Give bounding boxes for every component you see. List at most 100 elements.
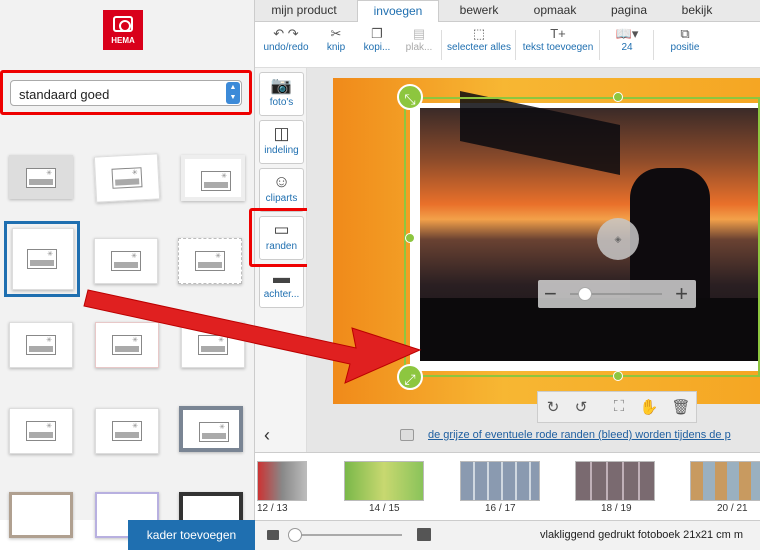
zoom-slider-handle[interactable] xyxy=(578,287,592,301)
paste-button[interactable]: ▤ plak... xyxy=(401,26,437,53)
crop-icon[interactable]: ⛶ xyxy=(608,398,630,418)
tab-opmaak[interactable]: opmaak xyxy=(521,0,589,22)
bleed-hint-link[interactable]: de grijze of eventuele rode randen (blee… xyxy=(428,429,731,441)
rotate-right-icon[interactable]: ↻ xyxy=(542,398,564,418)
zoom-in-icon[interactable]: + xyxy=(675,280,688,308)
copy-icon: ❐ xyxy=(371,26,383,41)
select-all-button[interactable]: ⬚ selecteer alles xyxy=(445,26,513,53)
side-tab-cliparts[interactable]: ☺ cliparts xyxy=(259,168,304,212)
position-button[interactable]: ⧉ positie xyxy=(659,26,711,53)
undo-redo-label: undo/redo xyxy=(263,42,309,53)
scissors-icon: ✂ xyxy=(330,26,342,41)
select-arrows-icon[interactable]: ▲ ▼ xyxy=(226,82,240,104)
rotate-left-icon[interactable]: ↺ xyxy=(570,398,592,418)
text-icon: T+ xyxy=(550,26,566,41)
side-tab-label: cliparts xyxy=(265,193,298,204)
frame-option[interactable] xyxy=(181,322,245,368)
resize-handle-bottom[interactable] xyxy=(613,371,623,381)
frame-option[interactable] xyxy=(95,408,159,454)
resize-handle-top[interactable] xyxy=(613,92,623,102)
hand-icon[interactable]: ✋ xyxy=(638,398,660,418)
background-icon: ▬ xyxy=(273,268,290,287)
side-tab-layout[interactable]: ◫ indeling xyxy=(259,120,304,164)
trash-icon[interactable]: 🗑 xyxy=(670,398,692,418)
toolbar-divider xyxy=(441,30,442,60)
tab-mijn-product[interactable]: mijn product xyxy=(263,0,345,22)
filmstrip-thumb[interactable] xyxy=(460,461,540,501)
camera-icon: 📷 xyxy=(270,76,293,95)
hint-checkbox[interactable] xyxy=(400,429,414,441)
frame-option[interactable] xyxy=(12,228,74,290)
frame-preview-icon xyxy=(195,251,225,271)
frame-option[interactable] xyxy=(178,238,242,284)
zoom-bar: − + xyxy=(538,280,696,308)
select-all-label: selecteer alles xyxy=(447,42,511,53)
add-text-button[interactable]: T+ tekst toevoegen xyxy=(518,26,598,53)
side-tab-label: indeling xyxy=(264,145,299,156)
add-frame-button[interactable]: kader toevoegen xyxy=(128,520,255,550)
filmstrip-thumb[interactable] xyxy=(575,461,655,501)
cut-button[interactable]: ✂ knip xyxy=(321,26,351,53)
filmstrip-thumb[interactable] xyxy=(344,461,424,501)
frame-preview-icon xyxy=(27,249,57,269)
frame-preview-icon xyxy=(112,421,142,441)
copy-button[interactable]: ❐ kopi... xyxy=(359,26,395,53)
add-text-label: tekst toevoegen xyxy=(522,42,594,53)
frame-preview-icon xyxy=(111,251,141,271)
zoom-out-icon[interactable]: − xyxy=(544,280,557,308)
rotate-top-left-icon[interactable]: ⤡ xyxy=(397,84,423,110)
filmstrip-label: 16 / 17 xyxy=(485,503,516,514)
toolbar-divider xyxy=(515,30,516,60)
paste-label: plak... xyxy=(405,42,433,53)
tab-invoegen[interactable]: invoegen xyxy=(357,0,439,22)
frame-option[interactable] xyxy=(93,153,161,203)
frame-option[interactable] xyxy=(9,408,73,454)
side-tab-photos[interactable]: 📷 foto's xyxy=(259,72,304,116)
copy-label: kopi... xyxy=(363,42,391,53)
frame-option[interactable] xyxy=(179,406,243,452)
frame-option[interactable] xyxy=(9,155,73,199)
highlight-box-frames-tab xyxy=(249,208,311,267)
rotate-bottom-left-icon[interactable]: ⤢ xyxy=(397,364,423,390)
frame-style-select[interactable]: standaard goed ▲ ▼ xyxy=(10,80,242,106)
side-tab-label: achter... xyxy=(263,289,300,300)
tab-bewerk[interactable]: bewerk xyxy=(445,0,513,22)
frame-option[interactable] xyxy=(95,322,159,368)
page-filmstrip: 12 / 13 14 / 15 16 / 17 18 / 19 20 / 21 xyxy=(255,452,760,520)
frame-preview-icon xyxy=(112,335,142,355)
image-tools-bar: ↻ ↺ ⛶ ✋ 🗑 xyxy=(537,391,697,423)
pan-control-icon[interactable]: ◈ xyxy=(597,218,639,260)
thumbnail-size-handle[interactable] xyxy=(288,528,302,542)
frame-option[interactable] xyxy=(9,492,73,538)
main-tabs: mijn product invoegen bewerk opmaak pagi… xyxy=(255,0,760,22)
frame-option[interactable] xyxy=(94,238,158,284)
undo-redo-button[interactable]: ↶ ↷ undo/redo xyxy=(260,26,312,53)
previous-page-icon[interactable]: ‹ xyxy=(264,425,270,446)
frame-option[interactable] xyxy=(181,155,245,201)
filmstrip-thumb[interactable] xyxy=(257,461,307,501)
frame-preview-icon xyxy=(111,167,143,189)
frame-preview-icon xyxy=(26,168,56,188)
filmstrip-thumb[interactable] xyxy=(690,461,760,501)
cut-label: knip xyxy=(326,42,346,53)
photo-selection-box[interactable] xyxy=(404,97,760,377)
tab-bekijk[interactable]: bekijk xyxy=(667,0,727,22)
side-tab-label: foto's xyxy=(269,97,294,108)
resize-handle-left[interactable] xyxy=(405,233,415,243)
frame-preview-icon xyxy=(26,335,56,355)
zoom-small-image-icon xyxy=(267,530,279,540)
pages-button[interactable]: 📖▾ 24 xyxy=(607,26,647,53)
thumbnail-size-slider[interactable] xyxy=(292,534,402,536)
smiley-icon: ☺ xyxy=(272,172,291,191)
filmstrip-label: 18 / 19 xyxy=(601,503,632,514)
frame-preview-icon xyxy=(201,171,231,191)
position-icon: ⧉ xyxy=(680,26,690,41)
logo-text: HEMA xyxy=(111,36,135,45)
hema-logo: HEMA xyxy=(103,10,143,50)
frame-option[interactable] xyxy=(9,322,73,368)
paste-icon: ▤ xyxy=(412,26,426,41)
tab-pagina[interactable]: pagina xyxy=(595,0,663,22)
frame-preview-icon xyxy=(26,421,56,441)
side-tab-background[interactable]: ▬ achter... xyxy=(259,264,304,308)
page-count: 24 xyxy=(621,42,633,53)
